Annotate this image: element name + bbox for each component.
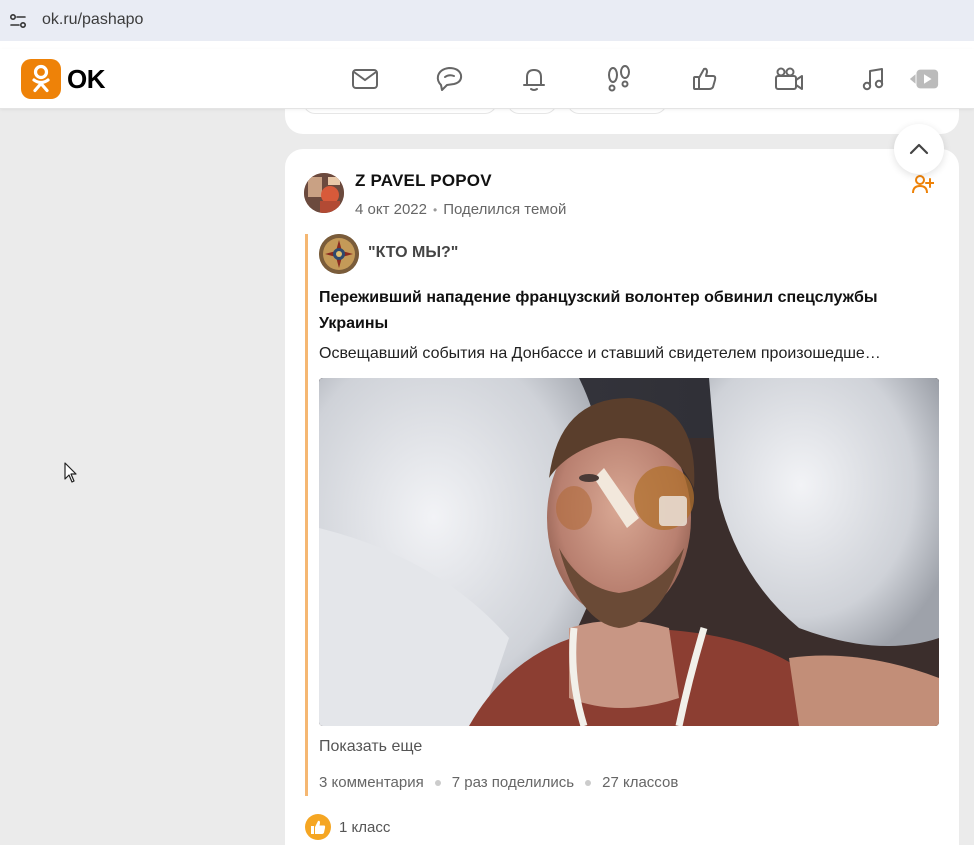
post-meta: 4 окт 2022 • Поделился темой <box>355 201 566 218</box>
post-date[interactable]: 4 окт 2022 <box>355 201 427 218</box>
stats-separator <box>585 779 592 786</box>
video-player-icon[interactable] <box>908 63 940 95</box>
stats-separator <box>434 779 441 786</box>
mouse-cursor-icon <box>64 462 77 483</box>
repost-stats: 3 комментария 7 раз поделились 27 классо… <box>319 774 678 791</box>
own-likes-count: 1 класс <box>339 818 391 836</box>
video-icon[interactable] <box>773 63 805 95</box>
likes-count[interactable]: 27 классов <box>602 774 678 791</box>
ok-logo-text: OK <box>67 63 106 94</box>
author-name[interactable]: Z PAVEL POPOV <box>355 171 492 191</box>
author-avatar[interactable] <box>304 173 344 213</box>
messages-icon[interactable] <box>349 63 381 95</box>
article-headline[interactable]: Переживший нападение французский волонте… <box>319 285 944 337</box>
ok-logo[interactable]: OK <box>21 59 106 99</box>
site-info-icon[interactable] <box>6 9 30 33</box>
class-like-icon <box>305 814 331 840</box>
scroll-to-top-button[interactable] <box>894 124 944 174</box>
article-lead[interactable]: Освещавший события на Донбассе и ставший… <box>319 343 939 365</box>
browser-address-bar: ok.ru/pashapo <box>0 0 974 41</box>
music-icon[interactable] <box>858 63 890 95</box>
group-avatar[interactable] <box>319 234 359 274</box>
notifications-icon[interactable] <box>518 63 550 95</box>
article-photo[interactable] <box>319 378 939 726</box>
meta-separator: • <box>433 202 438 217</box>
comments-count[interactable]: 3 комментария <box>319 774 424 791</box>
guests-icon[interactable] <box>603 63 635 95</box>
shares-count[interactable]: 7 раз поделились <box>452 774 574 791</box>
discussions-icon[interactable] <box>434 63 466 95</box>
repost-accent-bar <box>305 234 308 796</box>
add-friend-icon[interactable] <box>912 174 934 194</box>
post-likes-row[interactable]: 1 класс <box>305 814 390 840</box>
browser-divider <box>0 41 974 49</box>
chevron-up-icon <box>909 143 929 155</box>
events-like-icon[interactable] <box>689 63 721 95</box>
site-header: OK <box>0 49 974 109</box>
post-action: Поделился темой <box>443 201 567 218</box>
url-field[interactable]: ok.ru/pashapo <box>42 11 143 29</box>
show-more-link[interactable]: Показать еще <box>319 738 422 756</box>
ok-logo-icon <box>21 59 61 99</box>
group-name[interactable]: "КТО МЫ?" <box>368 244 458 262</box>
